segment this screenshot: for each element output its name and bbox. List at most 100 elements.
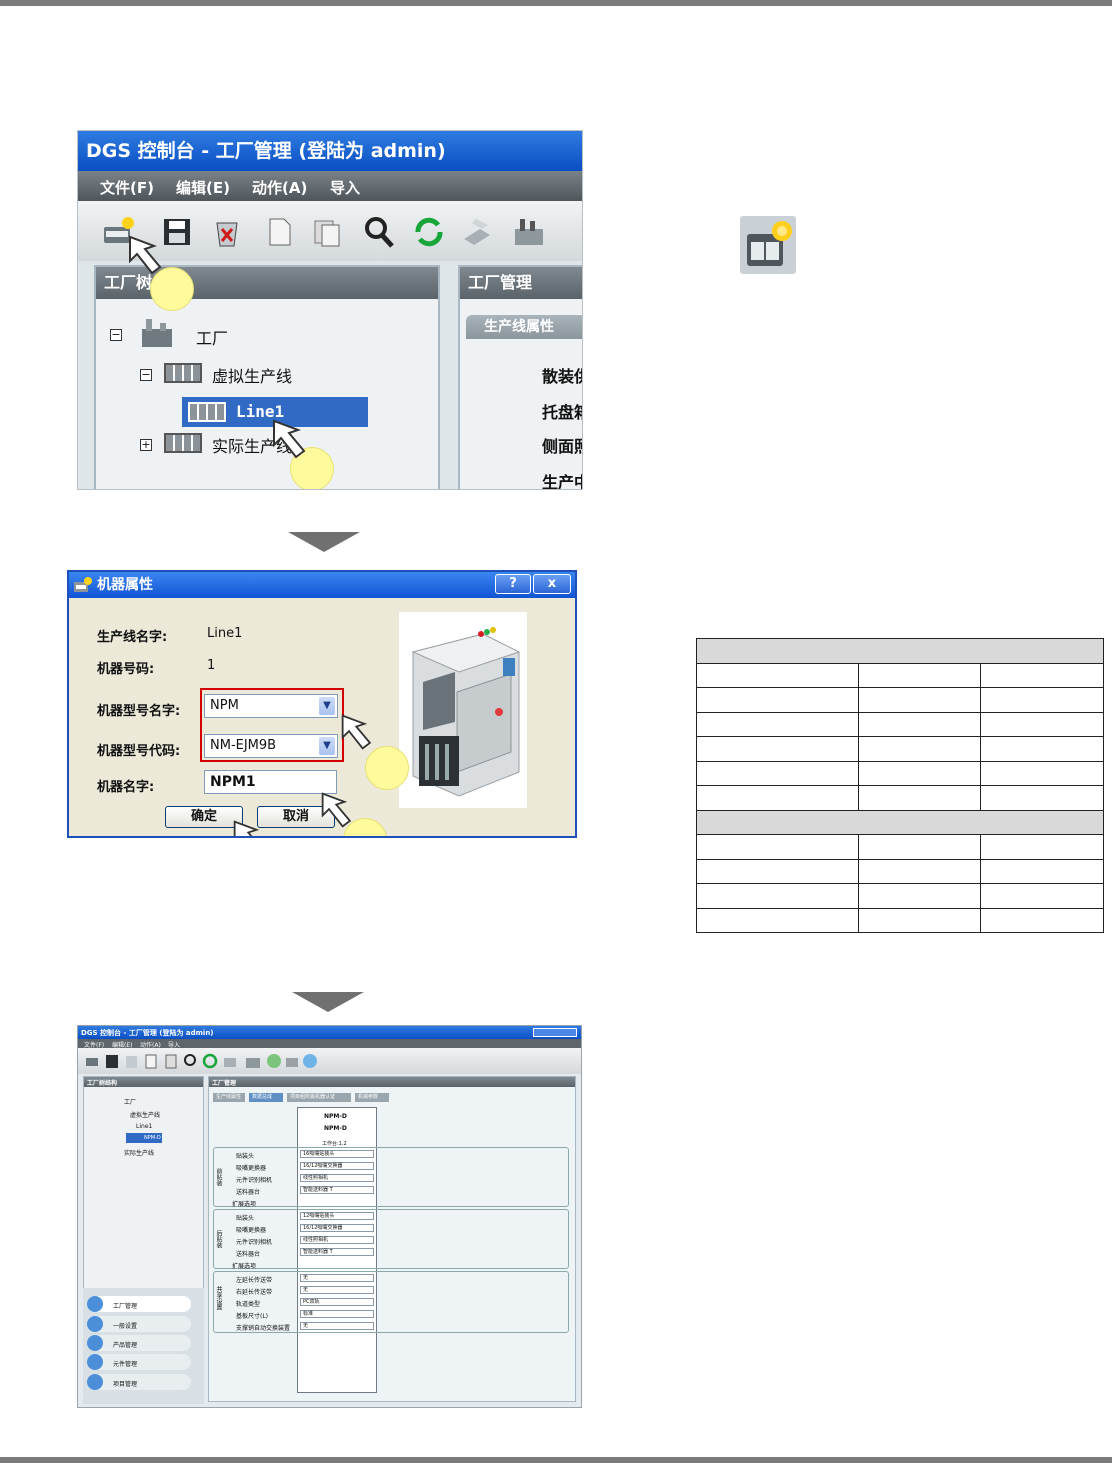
line-name-value: Line1 <box>207 626 243 641</box>
row-label: 支撑销自动交换装置 <box>236 1325 291 1332</box>
tree-item-virtual-line[interactable]: 虚拟生产线 <box>212 363 292 387</box>
management-panel: 工厂管理 生产线属性 散装供 托盘箱 侧面照 生产中 <box>458 265 582 489</box>
expand-options-label[interactable]: 扩展选项 <box>232 1261 256 1270</box>
nav-bullet-icon <box>87 1354 103 1370</box>
menu-bar: 文件(F) 编辑(E) 动作(A) 导入 <box>78 171 582 201</box>
line-name-label: 生产线名字: <box>97 630 168 645</box>
pointer-arrow-icon <box>341 714 372 750</box>
table-row <box>696 858 1104 884</box>
row-select[interactable]: 无 <box>300 1322 374 1330</box>
expand-options-label[interactable]: 扩展选项 <box>232 1199 256 1208</box>
nav-item-general[interactable]: 一般设置 <box>87 1316 191 1332</box>
machine-illustration <box>399 612 527 808</box>
menu-bar: 文件(F) 编辑(E) 动作(A) 导入 <box>78 1039 581 1049</box>
collapse-root-icon[interactable]: − <box>110 329 122 341</box>
nav-panel: 工厂管理 一般设置 产品管理 元件管理 项目管理 <box>83 1288 204 1404</box>
row-label: 左延长传送带 <box>236 1277 273 1284</box>
refresh-icon[interactable] <box>412 215 446 249</box>
nav-item-project[interactable]: 项目管理 <box>87 1374 191 1390</box>
row-select[interactable]: 无 <box>300 1274 374 1282</box>
factory-tree-panel: 工厂树结构 − 工厂 − 虚拟生产线 Line1 + 实际生产线 <box>94 265 440 489</box>
nav-item-component[interactable]: 元件管理 <box>87 1354 191 1370</box>
row-select[interactable]: 无 <box>300 1286 374 1294</box>
nav-bullet-icon <box>87 1374 103 1390</box>
tab-machine-params[interactable]: 机械参数 <box>355 1093 389 1102</box>
nav-item-product[interactable]: 产品管理 <box>87 1335 191 1351</box>
tree-item-machine-selection[interactable]: NPM-D <box>126 1133 162 1143</box>
model-name-value: NPM <box>210 698 239 713</box>
menu-edit[interactable]: 编辑(E) <box>176 177 230 198</box>
window-controls[interactable] <box>533 1028 577 1037</box>
tab-line-properties[interactable]: 生产线属性 <box>213 1093 245 1102</box>
model-name-select[interactable]: NPM ▼ <box>204 694 338 718</box>
expand-actual-icon[interactable]: + <box>140 439 152 451</box>
table-row <box>696 785 1104 811</box>
row-select[interactable]: 智能送料器 T <box>300 1186 374 1194</box>
machine-table: 工作台:1,2 <box>322 1141 347 1147</box>
machine-properties-dialog: 机器属性 ? x 生产线名字: Line1 机器号码: 1 机器型号名字: NP… <box>67 570 577 838</box>
copy-icon[interactable] <box>262 215 296 249</box>
row-select[interactable]: 线性照相机 <box>300 1236 374 1244</box>
front-group: 前贴装 贴装头 16吸嘴贴装头 吸嘴更换器 16/12吸嘴交换器 元件识别相机 … <box>213 1147 569 1208</box>
row-select[interactable]: 12吸嘴贴装头 <box>300 1212 374 1220</box>
next-step-arrow-icon <box>288 532 360 552</box>
new-line-large-icon <box>740 216 796 274</box>
nav-bullet-icon <box>87 1316 103 1332</box>
next-step-arrow-icon <box>292 992 364 1012</box>
delete-icon[interactable] <box>210 215 244 249</box>
machine-name: NPM-D <box>324 1113 347 1120</box>
model-code-select[interactable]: NM-EJM9B ▼ <box>204 734 338 758</box>
factory-tree-panel: 工厂树结构 工厂 虚拟生产线 Line1 NPM-D 实际生产线 <box>83 1076 204 1318</box>
window-title: DGS 控制台 - 工厂管理 (登陆为 admin) <box>78 131 582 171</box>
table-row <box>696 907 1104 933</box>
screenshot-factory-management: DGS 控制台 - 工厂管理 (登陆为 admin) 文件(F) 编辑(E) 动… <box>77 130 583 490</box>
menu-file[interactable]: 文件(F) <box>100 177 154 198</box>
search-icon[interactable] <box>362 215 396 249</box>
transfer-icon[interactable] <box>460 215 494 249</box>
machine-number-value: 1 <box>207 658 216 673</box>
tree-item-factory[interactable]: 工厂 <box>124 1097 136 1106</box>
tree-item-actual-line[interactable]: 实际生产线 <box>124 1148 154 1157</box>
paste-icon[interactable] <box>310 215 344 249</box>
tree-item-factory[interactable]: 工厂 <box>196 325 228 349</box>
toolbar-icons[interactable] <box>84 1052 334 1070</box>
virtual-line-icon <box>164 363 202 383</box>
row-label: 右延长传送带 <box>236 1289 273 1296</box>
machine-name-label: 机器名字: <box>97 780 155 795</box>
common-group: 共享设置 左延长传送带 无 右延长传送带 无 轨道类型 PC双轨 基板尺寸(L)… <box>213 1271 569 1333</box>
chevron-down-icon[interactable]: ▼ <box>319 697 335 715</box>
tab-certification[interactable]: 项目组所属机器认证 <box>287 1093 351 1102</box>
row-select[interactable]: 智能送料器 T <box>300 1248 374 1256</box>
menu-import[interactable]: 导入 <box>330 177 360 198</box>
nav-item-factory[interactable]: 工厂管理 <box>87 1296 191 1312</box>
tree-item-virtual-line[interactable]: 虚拟生产线 <box>130 1110 160 1119</box>
tree-panel-title: 工厂树结构 <box>87 1080 118 1087</box>
chevron-down-icon[interactable]: ▼ <box>319 737 335 755</box>
row-select[interactable]: 16/12吸嘴交换器 <box>300 1224 374 1232</box>
machine-name-input[interactable]: NPM1 <box>204 770 337 794</box>
menu-action[interactable]: 动作(A) <box>252 177 307 198</box>
tab-data[interactable]: 数据总成 <box>249 1093 283 1102</box>
collapse-virtual-icon[interactable]: − <box>140 369 152 381</box>
management-panel-header: 工厂管理 <box>209 1077 575 1087</box>
factory-icon[interactable] <box>512 215 546 249</box>
row-select[interactable]: PC双轨 <box>300 1298 374 1306</box>
help-button[interactable]: ? <box>495 574 531 594</box>
machine-model: NPM-D <box>324 1125 347 1132</box>
tree-item-line1[interactable]: Line1 <box>136 1123 152 1130</box>
step-badge <box>365 746 409 790</box>
row-select[interactable]: 线性照相机 <box>300 1174 374 1182</box>
tab-line-properties[interactable]: 生产线属性 <box>466 315 582 339</box>
table-row <box>696 736 1104 762</box>
property-item: 托盘箱 <box>542 403 582 422</box>
close-button[interactable]: x <box>533 574 571 594</box>
machine-icon <box>74 577 92 592</box>
pointer-arrow-icon <box>321 792 352 828</box>
pointer-arrow-icon <box>273 419 306 459</box>
row-label: 送料器台 <box>236 1251 261 1258</box>
row-select[interactable]: 16/12吸嘴交换器 <box>300 1162 374 1170</box>
row-select[interactable]: 标准 <box>300 1310 374 1318</box>
bottom-rule <box>0 1457 1112 1463</box>
toolbar <box>78 1048 581 1074</box>
row-select[interactable]: 16吸嘴贴装头 <box>300 1150 374 1158</box>
